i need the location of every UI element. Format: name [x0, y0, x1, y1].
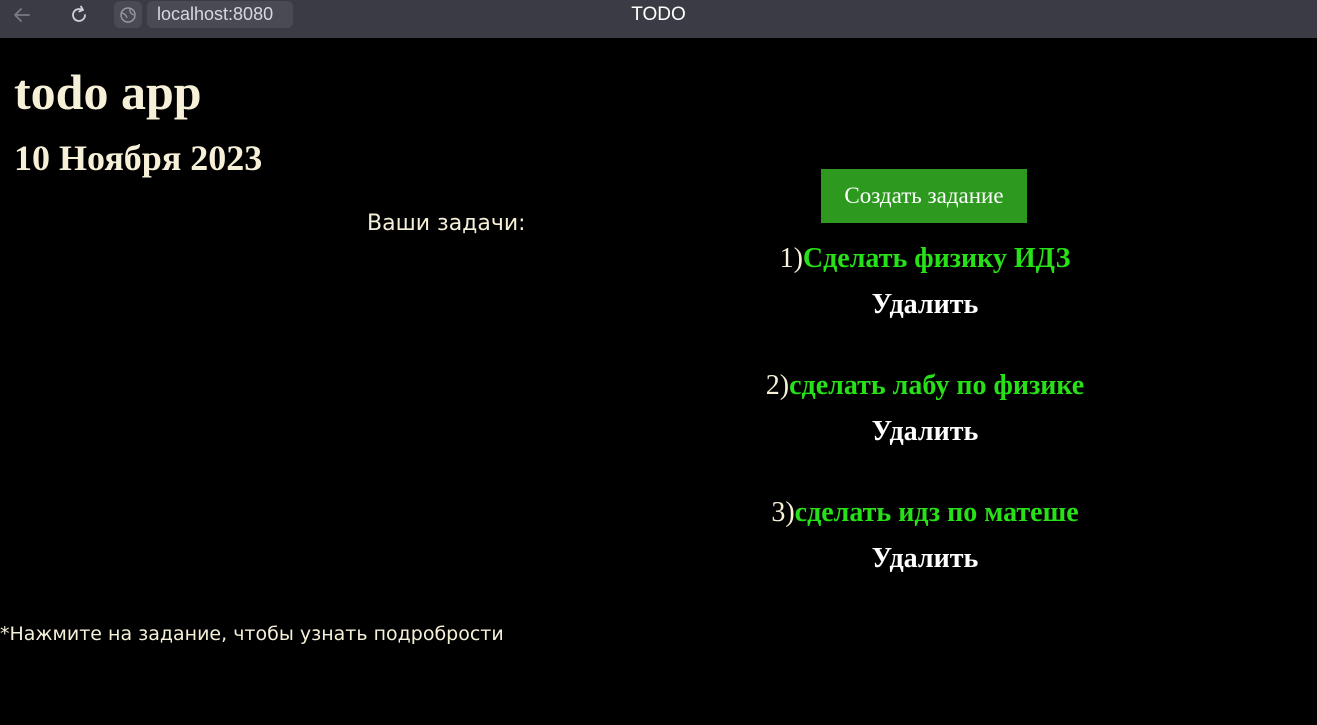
task-number: 1)	[779, 243, 803, 274]
app-title: todo app	[14, 64, 202, 120]
date-heading: 10 Ноября 2023	[14, 138, 263, 178]
reload-button[interactable]	[62, 0, 96, 30]
globe-icon	[120, 6, 136, 23]
task-list: 1)Сделать физику ИДЗ Удалить 2)сделать л…	[660, 236, 1190, 617]
task-item: 2)сделать лабу по физике Удалить	[660, 363, 1190, 490]
task-line: 3)сделать идз по матеше	[660, 490, 1190, 536]
task-link[interactable]: Сделать физику ИДЗ	[803, 243, 1071, 274]
browser-toolbar: localhost:8080 TODO	[0, 0, 1317, 38]
delete-button[interactable]: Удалить	[872, 282, 979, 328]
create-task-button[interactable]: Создать задание	[821, 169, 1027, 223]
task-number: 2)	[765, 370, 790, 401]
address-bar[interactable]: localhost:8080	[147, 1, 293, 28]
footnote: *Нажмите на задание, чтобы узнать подроб…	[0, 623, 504, 645]
task-line: 1)Сделать физику ИДЗ	[660, 236, 1190, 282]
reload-icon	[72, 5, 86, 22]
task-link[interactable]: сделать лабу по физике	[789, 370, 1084, 401]
back-button[interactable]	[5, 0, 39, 30]
task-number: 3)	[771, 497, 795, 528]
delete-button[interactable]: Удалить	[872, 409, 979, 455]
site-info-button[interactable]	[114, 1, 142, 28]
arrow-left-icon	[14, 8, 30, 22]
delete-button[interactable]: Удалить	[872, 536, 979, 582]
task-item: 3)сделать идз по матеше Удалить	[660, 490, 1190, 617]
task-line: 2)сделать лабу по физике	[660, 363, 1190, 409]
task-item: 1)Сделать физику ИДЗ Удалить	[660, 236, 1190, 363]
task-link[interactable]: сделать идз по матеше	[795, 497, 1079, 528]
tasks-label: Ваши задачи:	[367, 211, 526, 236]
